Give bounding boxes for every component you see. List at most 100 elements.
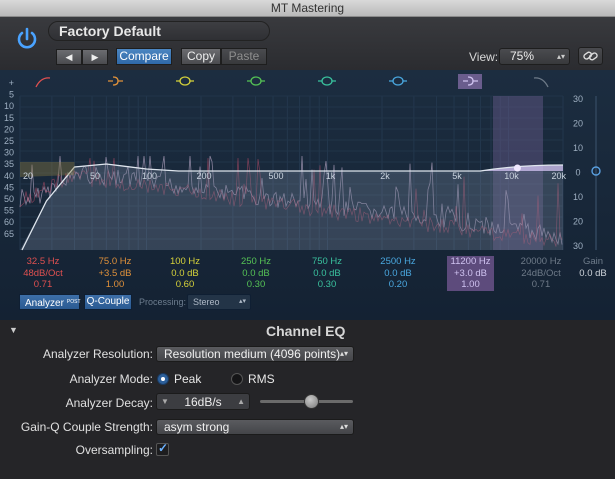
freq-axis-label: 5k: [452, 171, 462, 181]
db-scale-label: 55: [4, 206, 14, 216]
analyzer-decay-slider-knob[interactable]: [304, 394, 320, 409]
band-frequency[interactable]: 75.0 Hz: [85, 256, 145, 268]
stepper-arrows-icon: ▴▾: [339, 422, 348, 431]
link-icon: [583, 51, 598, 61]
peak-label[interactable]: Peak: [174, 372, 201, 386]
band-frequency[interactable]: 100 Hz: [155, 256, 215, 268]
gainq-couple-strength-label: Gain-Q Couple Strength:: [20, 420, 153, 434]
band-8-icon[interactable]: [533, 77, 549, 88]
freq-axis-label: 2k: [380, 171, 390, 181]
analyzer-decay-label: Analyzer Decay:: [65, 396, 153, 410]
increment-icon[interactable]: ▲: [237, 397, 245, 406]
band-frequency[interactable]: 750 Hz: [297, 256, 357, 268]
band-q[interactable]: 0.30: [226, 279, 286, 291]
gainq-couple-strength-select[interactable]: asym strong ▴▾: [156, 419, 354, 435]
band-gain[interactable]: 0.0 dB: [368, 268, 428, 280]
plugin-title: Channel EQ: [266, 323, 346, 339]
disclosure-triangle-icon[interactable]: ▼: [9, 325, 18, 335]
analyzer-decay-value: 16dB/s: [184, 395, 222, 409]
preset-menu[interactable]: Factory Default: [48, 21, 270, 41]
gain-scale-label: 20: [573, 217, 583, 227]
band-8-readout[interactable]: 20000 Hz 24dB/Oct 0.71: [511, 256, 571, 291]
band-5-shape: [321, 76, 333, 86]
band-7-readout[interactable]: 11200 Hz +3.0 dB 1.00: [447, 256, 494, 291]
band-q[interactable]: 0.30: [297, 279, 357, 291]
compare-button[interactable]: Compare: [116, 48, 172, 65]
next-preset-button[interactable]: ▶: [82, 49, 108, 65]
copy-button[interactable]: Copy: [181, 48, 221, 65]
band-frequency[interactable]: 2500 Hz: [368, 256, 428, 268]
preset-name: Factory Default: [59, 23, 161, 39]
gain-scale-label: 30: [573, 241, 583, 251]
band-q[interactable]: 0.71: [13, 279, 73, 291]
band-gain[interactable]: 24dB/Oct: [511, 268, 571, 280]
db-scale-label: 35: [4, 159, 14, 169]
db-scale-label: +: [9, 78, 14, 88]
band-gain[interactable]: +3.5 dB: [85, 268, 145, 280]
band-frequency[interactable]: 20000 Hz: [511, 256, 571, 268]
gain-readout: Gain 0.0 dB: [573, 256, 613, 279]
plugin-header: Factory Default ◀ ▶ Compare Copy Paste V…: [0, 17, 615, 70]
freq-axis-label: 100: [142, 171, 157, 181]
db-scale-label: 5: [9, 90, 14, 100]
band-1-icon[interactable]: [35, 77, 51, 88]
gain-scale-label: 20: [573, 119, 583, 129]
db-scale-label: 40: [4, 171, 14, 181]
band-3-readout[interactable]: 100 Hz 0.0 dB 0.60: [155, 256, 215, 291]
analyzer-label: Analyzer: [25, 298, 64, 309]
processing-value: Stereo: [193, 297, 220, 307]
band-gain[interactable]: 0.0 dB: [226, 268, 286, 280]
band-q[interactable]: 0.60: [155, 279, 215, 291]
band-frequency[interactable]: 11200 Hz: [447, 256, 494, 268]
band-2-icon[interactable]: [108, 76, 123, 86]
band-4-readout[interactable]: 250 Hz 0.0 dB 0.30: [226, 256, 286, 291]
freq-axis-label: 10k: [504, 171, 519, 181]
paste-button[interactable]: Paste: [221, 48, 267, 65]
band-2-readout[interactable]: 75.0 Hz +3.5 dB 1.00: [85, 256, 145, 291]
view-label: View:: [469, 50, 499, 64]
gain-scale-label: 30: [573, 94, 583, 104]
freq-axis-label: 500: [269, 171, 284, 181]
band-q[interactable]: 0.20: [368, 279, 428, 291]
freq-axis-label: 1k: [326, 171, 336, 181]
db-scale-label: 15: [4, 113, 14, 123]
processing-label: Processing:: [139, 297, 187, 307]
oversampling-checkbox[interactable]: [156, 441, 169, 456]
db-scale-label: 60: [4, 217, 14, 227]
band-gain[interactable]: 0.0 dB: [155, 268, 215, 280]
freq-axis-label: 200: [196, 171, 211, 181]
analyzer-button[interactable]: Analyzer POST: [19, 294, 81, 310]
peak-radio[interactable]: [157, 373, 169, 385]
rms-label[interactable]: RMS: [248, 372, 275, 386]
analyzer-resolution-value: Resolution medium (4096 points): [164, 347, 341, 361]
db-scale-label: 50: [4, 194, 14, 204]
db-scale-label: 10: [4, 101, 14, 111]
gain-scale-label: 10: [573, 192, 583, 202]
view-zoom-select[interactable]: 75% ▴▾: [499, 48, 570, 65]
gain-value[interactable]: 0.0 dB: [573, 268, 613, 280]
band-gain[interactable]: +3.0 dB: [447, 268, 494, 280]
band-6-readout[interactable]: 2500 Hz 0.0 dB 0.20: [368, 256, 428, 291]
freq-axis-label: 20k: [551, 171, 566, 181]
processing-select[interactable]: Stereo ▴▾: [187, 294, 251, 310]
band-q[interactable]: 1.00: [85, 279, 145, 291]
band-frequency[interactable]: 32.5 Hz: [13, 256, 73, 268]
db-scale-label: 30: [4, 148, 14, 158]
band-gain[interactable]: 48dB/Oct: [13, 268, 73, 280]
db-scale-label: 45: [4, 182, 14, 192]
previous-preset-button[interactable]: ◀: [56, 49, 82, 65]
band-5-readout[interactable]: 750 Hz 0.0 dB 0.30: [297, 256, 357, 291]
band-q[interactable]: 1.00: [447, 279, 494, 291]
rms-radio[interactable]: [231, 373, 243, 385]
band-q[interactable]: 0.71: [511, 279, 571, 291]
q-couple-button[interactable]: Q-Couple: [84, 294, 132, 310]
analyzer-mode-label: Analyzer Mode:: [69, 372, 153, 386]
analyzer-decay-stepper[interactable]: ▼ 16dB/s ▲: [156, 393, 250, 410]
link-button[interactable]: [578, 47, 603, 65]
band-frequency[interactable]: 250 Hz: [226, 256, 286, 268]
power-icon[interactable]: [14, 26, 40, 52]
band-1-readout[interactable]: 32.5 Hz 48dB/Oct 0.71: [13, 256, 73, 291]
analyzer-resolution-select[interactable]: Resolution medium (4096 points) ▴▾: [156, 346, 354, 362]
band-6-shape: [392, 76, 404, 86]
band-gain[interactable]: 0.0 dB: [297, 268, 357, 280]
